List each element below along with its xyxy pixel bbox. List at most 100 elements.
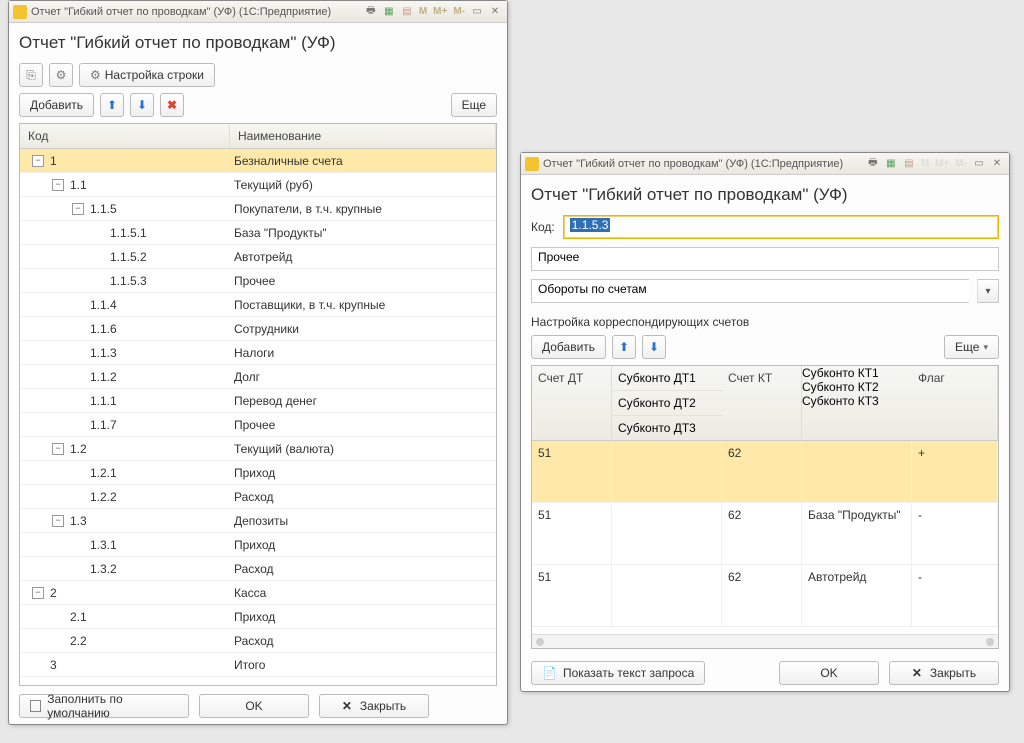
code-input[interactable]: 1.1.5.3 [563, 215, 999, 239]
col-kt[interactable]: Счет КТ [722, 366, 802, 440]
row-code: 1.1.4 [90, 298, 117, 312]
tree-toggle-icon[interactable]: − [32, 155, 44, 167]
col-sub-dt1[interactable]: Субконто ДТ1 [612, 366, 722, 391]
table-row[interactable]: 5162Автотрейд- [532, 565, 998, 627]
col-sub-kt3[interactable]: Субконто КТ3 [802, 394, 912, 408]
row-code: 1.2.1 [90, 466, 117, 480]
table-row[interactable]: 1.1.4Поставщики, в т.ч. крупные [20, 293, 496, 317]
name-input[interactable]: Прочее [531, 247, 999, 271]
table-row[interactable]: −1Безналичные счета [20, 149, 496, 173]
table-row[interactable]: 1.1.5.1База "Продукты" [20, 221, 496, 245]
table-row[interactable]: 1.3.2Расход [20, 557, 496, 581]
horizontal-scrollbar[interactable] [532, 634, 998, 648]
close-button-2[interactable]: ✕ Закрыть [889, 661, 999, 685]
table-row[interactable]: −1.1Текущий (руб) [20, 173, 496, 197]
ok-button[interactable]: OK [199, 694, 309, 718]
section-label: Настройка корреспондирующих счетов [531, 315, 999, 329]
col-sub-dt: Субконто ДТ1 Субконто ДТ2 Субконто ДТ3 [612, 366, 722, 440]
col-sub-kt2[interactable]: Субконто КТ2 [802, 380, 912, 394]
table-row[interactable]: 1.2.1Приход [20, 461, 496, 485]
col-sub-dt3[interactable]: Субконто ДТ3 [612, 416, 722, 440]
accounts-body[interactable]: 5162+5162База "Продукты"-5162Автотрейд- [532, 441, 998, 634]
table-row[interactable]: 1.3.1Приход [20, 533, 496, 557]
tree-toggle-icon[interactable]: − [52, 179, 64, 191]
mem-mplus[interactable]: M+ [431, 6, 449, 17]
table-row[interactable]: −2Касса [20, 581, 496, 605]
cell-flag: + [912, 441, 998, 502]
col-flag[interactable]: Флаг [912, 366, 998, 440]
fill-defaults-button[interactable]: Заполнить по умолчанию [19, 694, 189, 718]
move-up-button-2[interactable]: ⬆ [612, 335, 636, 359]
more-button[interactable]: Еще [451, 93, 497, 117]
add-button-2[interactable]: Добавить [531, 335, 606, 359]
table-row[interactable]: 1.1.6Сотрудники [20, 317, 496, 341]
titlebar[interactable]: Отчет "Гибкий отчет по проводкам" (УФ) (… [9, 1, 507, 23]
code-value: 1.1.5.3 [570, 218, 611, 232]
minimize-icon[interactable]: ▭ [469, 4, 485, 20]
mem-m[interactable]: M [919, 158, 931, 169]
chevron-down-icon: ▾ [983, 342, 988, 353]
table-row[interactable]: 3Итого [20, 653, 496, 677]
col-sub-kt1[interactable]: Субконто КТ1 [802, 366, 912, 380]
col-code-header[interactable]: Код [20, 124, 230, 148]
settings-button-1[interactable]: ⚙ [49, 63, 73, 87]
delete-button[interactable]: ✖ [160, 93, 184, 117]
row-name: Налоги [230, 342, 496, 364]
row-name: Приход [230, 534, 496, 556]
calc-icon[interactable]: ▤ [901, 156, 917, 172]
col-dt[interactable]: Счет ДТ [532, 366, 612, 440]
close-icon[interactable]: ✕ [989, 156, 1005, 172]
table-row[interactable]: 5162База "Продукты"- [532, 503, 998, 565]
calc-icon[interactable]: ▤ [399, 4, 415, 20]
tree-toggle-icon[interactable]: − [52, 443, 64, 455]
mem-mminus[interactable]: M- [953, 158, 969, 169]
table-row[interactable]: −1.1.5Покупатели, в т.ч. крупные [20, 197, 496, 221]
mem-m[interactable]: M [417, 6, 429, 17]
tree-toggle-icon[interactable]: − [52, 515, 64, 527]
mem-mminus[interactable]: M- [451, 6, 467, 17]
move-down-button[interactable]: ⬇ [130, 93, 154, 117]
row-code: 1.1.2 [90, 370, 117, 384]
close-icon[interactable]: ✕ [487, 4, 503, 20]
row-code: 1.3 [70, 514, 87, 528]
table-row[interactable]: 2.2Расход [20, 629, 496, 653]
col-sub-dt2[interactable]: Субконто ДТ2 [612, 391, 722, 416]
table-row[interactable]: 1.1.1Перевод денег [20, 389, 496, 413]
move-down-button-2[interactable]: ⬇ [642, 335, 666, 359]
table-row[interactable]: 2.1Приход [20, 605, 496, 629]
minimize-icon[interactable]: ▭ [971, 156, 987, 172]
col-name-header[interactable]: Наименование [230, 124, 496, 148]
add-button[interactable]: Добавить [19, 93, 94, 117]
table-row[interactable]: 1.1.3Налоги [20, 341, 496, 365]
move-up-button[interactable]: ⬆ [100, 93, 124, 117]
table-row[interactable]: 1.1.5.2Автотрейд [20, 245, 496, 269]
table-row[interactable]: −1.3Депозиты [20, 509, 496, 533]
table-row[interactable]: 5162+ [532, 441, 998, 503]
add-node-button[interactable]: ⎘ [19, 63, 43, 87]
table-row[interactable]: 1.1.5.3Прочее [20, 269, 496, 293]
row-name: Безналичные счета [230, 150, 496, 172]
window-report-tree: Отчет "Гибкий отчет по проводкам" (УФ) (… [8, 0, 508, 725]
table-row[interactable]: 1.1.7Прочее [20, 413, 496, 437]
tree-body[interactable]: −1Безналичные счета−1.1Текущий (руб)−1.1… [20, 149, 496, 685]
titlebar-2[interactable]: Отчет "Гибкий отчет по проводкам" (УФ) (… [521, 153, 1009, 175]
type-combo[interactable]: Обороты по счетам [531, 279, 969, 303]
row-settings-button[interactable]: ⚙ Настройка строки [79, 63, 215, 87]
calendar-icon[interactable]: ▦ [883, 156, 899, 172]
print-icon[interactable]: 🖶 [865, 156, 881, 172]
show-query-button[interactable]: 📄 Показать текст запроса [531, 661, 705, 685]
more-button-2[interactable]: Еще ▾ [944, 335, 999, 359]
table-row[interactable]: 1.2.2Расход [20, 485, 496, 509]
tree-toggle-icon[interactable]: − [32, 587, 44, 599]
calendar-icon[interactable]: ▦ [381, 4, 397, 20]
row-settings-label: Настройка строки [105, 68, 204, 82]
mem-mplus[interactable]: M+ [933, 158, 951, 169]
close-label-2: Закрыть [930, 666, 976, 680]
table-row[interactable]: 1.1.2Долг [20, 365, 496, 389]
print-icon[interactable]: 🖶 [363, 4, 379, 20]
close-button[interactable]: ✕ Закрыть [319, 694, 429, 718]
combo-dropdown-button[interactable]: ▾ [977, 279, 999, 303]
table-row[interactable]: −1.2Текущий (валюта) [20, 437, 496, 461]
ok-button-2[interactable]: OK [779, 661, 879, 685]
tree-toggle-icon[interactable]: − [72, 203, 84, 215]
